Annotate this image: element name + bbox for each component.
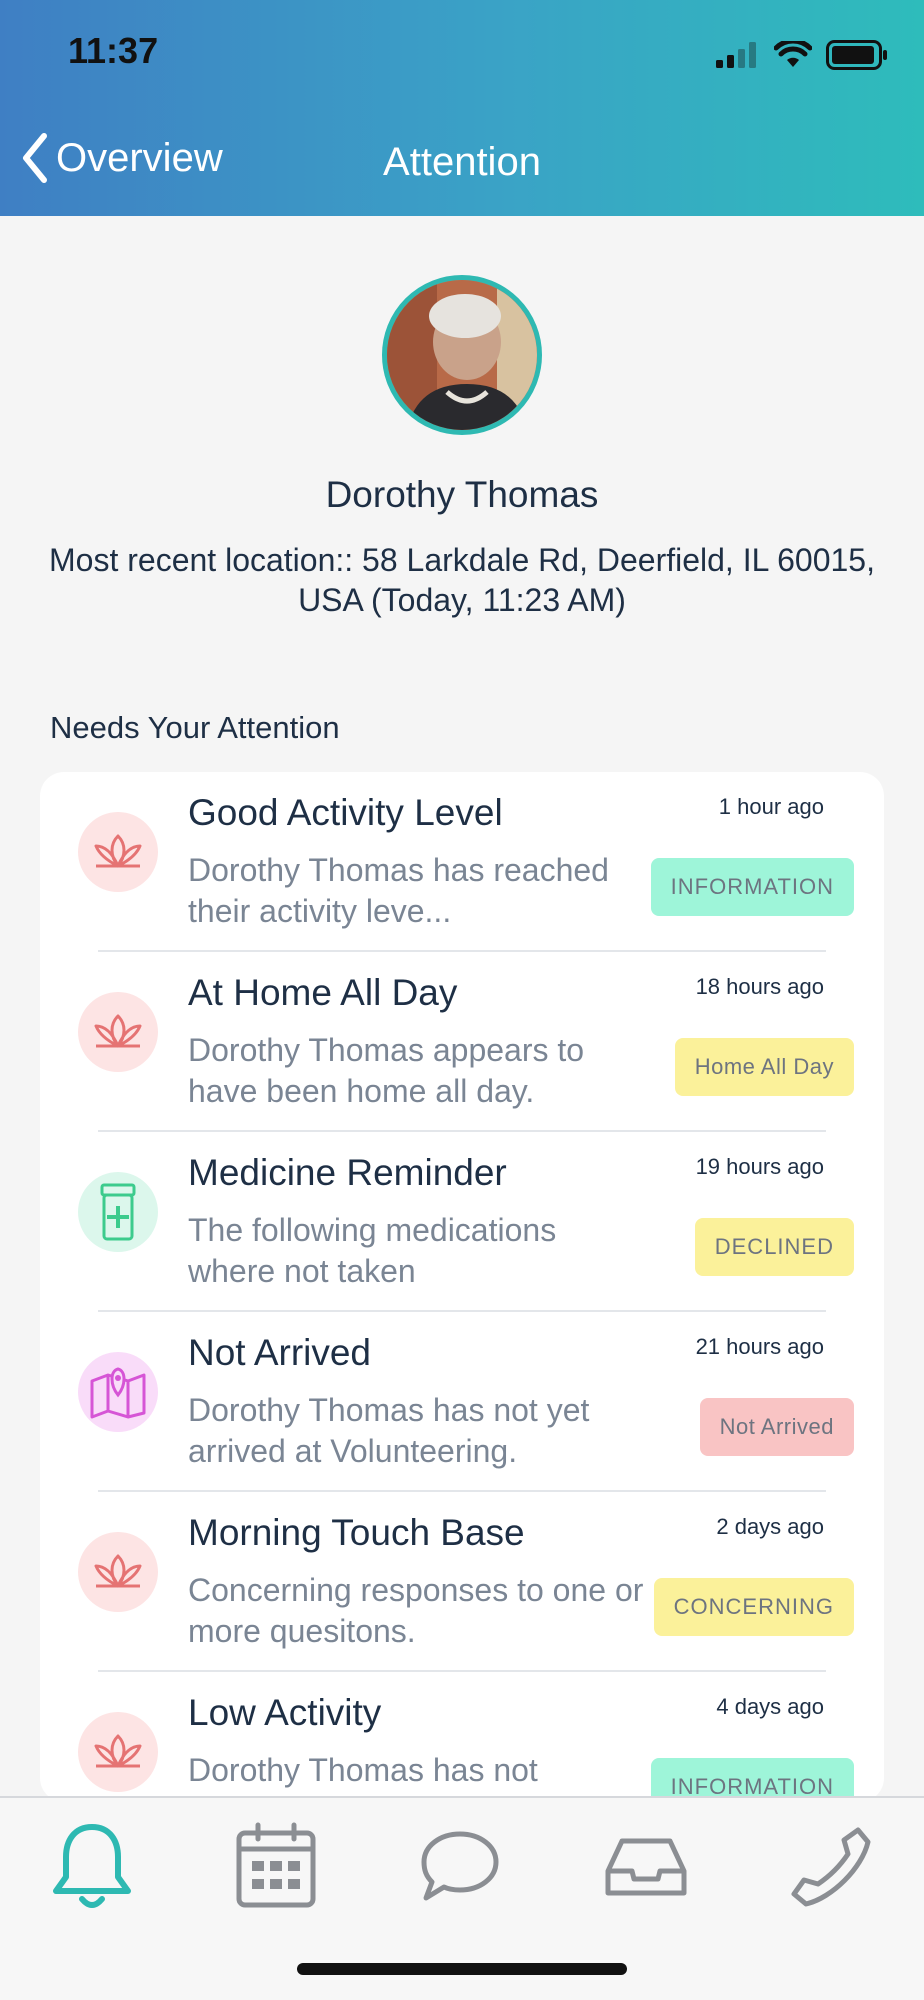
- alert-item[interactable]: At Home All Day Dorothy Thomas appears t…: [40, 952, 884, 1132]
- header: 11:37 Overview Attention: [0, 0, 924, 216]
- alert-time: 21 hours ago: [695, 1334, 824, 1359]
- alert-time: 18 hours ago: [695, 974, 824, 999]
- cellular-signal-icon: [716, 42, 756, 68]
- alert-description: Dorothy Thomas has reached their activit…: [188, 852, 609, 929]
- alert-description: Concerning responses to one or more ques…: [188, 1572, 644, 1649]
- status-badge: INFORMATION: [650, 858, 854, 916]
- alert-time: 1 hour ago: [718, 794, 824, 819]
- map-pin-icon: [78, 1352, 158, 1432]
- alert-title: Not Arrived: [188, 1332, 372, 1373]
- profile-location: Most recent location:: 58 Larkdale Rd, D…: [49, 542, 875, 618]
- lotus-icon: [78, 1532, 158, 1612]
- alert-item[interactable]: Morning Touch Base Concerning responses …: [40, 1492, 884, 1672]
- status-badge: DECLINED: [694, 1218, 854, 1276]
- battery-icon: [826, 40, 887, 70]
- chat-bubble-icon: [421, 1831, 499, 1901]
- alert-title: Morning Touch Base: [188, 1512, 525, 1553]
- tab-alerts[interactable]: [42, 1816, 142, 1916]
- calendar-icon: [236, 1822, 316, 1908]
- tab-calendar[interactable]: [226, 1816, 326, 1916]
- alert-title: Low Activity: [188, 1692, 382, 1733]
- status-badge: CONCERNING: [653, 1578, 854, 1636]
- tab-messages[interactable]: [410, 1816, 510, 1916]
- bell-icon: [53, 1824, 131, 1908]
- inbox-icon: [605, 1838, 687, 1896]
- page-title: Attention: [383, 140, 541, 184]
- alert-description: Dorothy Thomas has not yet arrived at Vo…: [188, 1392, 590, 1469]
- profile-name: Dorothy Thomas: [325, 474, 599, 515]
- alerts-card: Good Activity Level Dorothy Thomas has r…: [40, 772, 884, 1802]
- alert-time: 4 days ago: [716, 1694, 824, 1719]
- alert-title: At Home All Day: [188, 972, 458, 1013]
- alert-time: 19 hours ago: [695, 1154, 824, 1179]
- wifi-icon: [774, 41, 812, 67]
- section-title: Needs Your Attention: [50, 710, 340, 745]
- status-badge: Not Arrived: [699, 1398, 854, 1456]
- alert-description: The following medications where not take…: [188, 1212, 557, 1289]
- pill-bottle-icon: [78, 1172, 158, 1252]
- nav-title-row: Attention: [0, 140, 924, 185]
- status-time: 11:37: [68, 30, 159, 71]
- alert-title: Good Activity Level: [188, 792, 503, 833]
- status-icons: [716, 40, 888, 70]
- lotus-icon: [78, 992, 158, 1072]
- alert-item[interactable]: Medicine Reminder The following medicati…: [40, 1132, 884, 1312]
- lotus-icon: [78, 1712, 158, 1792]
- alert-description: Dorothy Thomas appears to have been home…: [188, 1032, 585, 1109]
- lotus-icon: [78, 812, 158, 892]
- tab-inbox[interactable]: [596, 1816, 696, 1916]
- alert-time: 2 days ago: [716, 1514, 824, 1539]
- avatar: [382, 275, 542, 435]
- alert-item[interactable]: Low Activity Dorothy Thomas has not 4 da…: [40, 1672, 884, 1802]
- phone-icon: [791, 1827, 871, 1907]
- alert-description: Dorothy Thomas has not: [188, 1752, 538, 1788]
- alert-title: Medicine Reminder: [188, 1152, 507, 1193]
- alert-item[interactable]: Good Activity Level Dorothy Thomas has r…: [40, 772, 884, 952]
- avatar-photo: [387, 280, 537, 430]
- tab-phone[interactable]: [780, 1816, 880, 1916]
- home-indicator: [297, 1963, 627, 1975]
- status-badge: Home All Day: [674, 1038, 854, 1096]
- alert-item[interactable]: Not Arrived Dorothy Thomas has not yet a…: [40, 1312, 884, 1492]
